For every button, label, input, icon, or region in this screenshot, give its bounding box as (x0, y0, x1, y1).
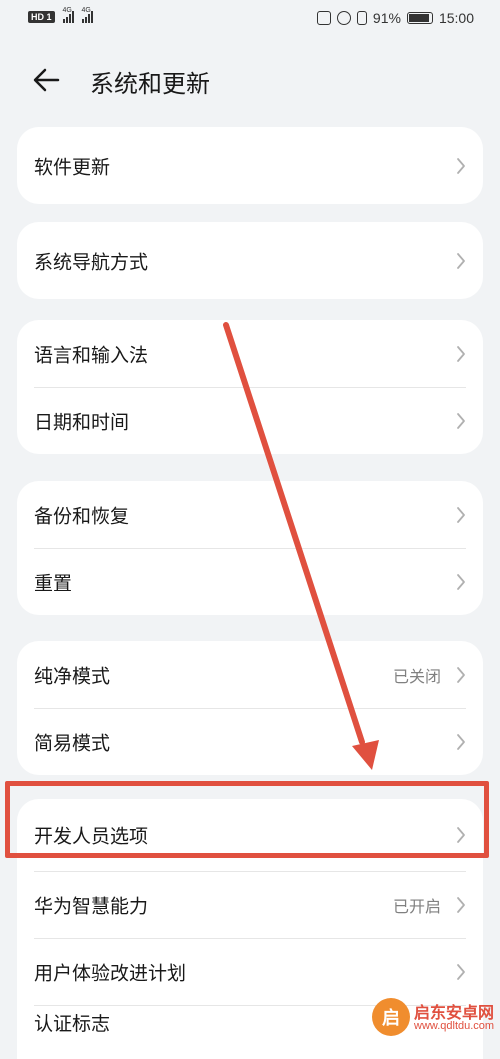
hd-badge: HD 1 (28, 10, 55, 23)
alarm-icon (336, 11, 351, 25)
card-navigation: 系统导航方式 (17, 222, 483, 299)
card-backup-reset: 备份和恢复 重置 (17, 481, 483, 615)
row-label: 备份和恢复 (34, 505, 130, 527)
row-label: 纯净模式 (34, 665, 111, 687)
watermark: 启 启东安卓网 www.qdltdu.com (372, 998, 500, 1039)
row-software-update[interactable]: 软件更新 (17, 127, 483, 204)
status-left: HD 1 4G 4G (28, 7, 93, 23)
signal-icon: 4G (62, 7, 74, 23)
chevron-right-icon (457, 896, 465, 913)
row-language-input[interactable]: 语言和输入法 (17, 320, 483, 387)
row-label: 日期和时间 (34, 411, 130, 433)
highlight-box (5, 781, 489, 858)
chevron-right-icon (457, 666, 465, 683)
card-software-update: 软件更新 (17, 127, 483, 204)
row-pure-mode[interactable]: 纯净模式 已关闭 (17, 641, 483, 708)
chevron-right-icon (457, 157, 465, 174)
row-reset[interactable]: 重置 (17, 548, 483, 615)
status-bar: HD 1 4G 4G 91% 15:00 (0, 0, 500, 38)
chevron-right-icon (457, 573, 465, 590)
row-date-time[interactable]: 日期和时间 (17, 387, 483, 454)
battery-percent: 91% (372, 10, 401, 26)
back-arrow-icon (33, 68, 60, 92)
row-label: 用户体验改进计划 (34, 962, 187, 984)
row-label: 语言和输入法 (34, 344, 149, 366)
page-title: 系统和更新 (90, 70, 210, 98)
card-language-datetime: 语言和输入法 日期和时间 (17, 320, 483, 454)
nfc-icon (316, 11, 331, 25)
status-right: 91% 15:00 (316, 10, 474, 26)
row-label: 简易模式 (34, 732, 111, 754)
watermark-logo-icon: 启 (372, 998, 410, 1036)
chevron-right-icon (457, 345, 465, 362)
row-label: 认证标志 (34, 1013, 111, 1035)
row-label: 软件更新 (34, 156, 111, 178)
chevron-right-icon (457, 733, 465, 750)
row-label: 系统导航方式 (34, 251, 149, 273)
row-label: 重置 (34, 572, 73, 594)
row-label: 华为智慧能力 (34, 895, 149, 917)
battery-icon (406, 12, 433, 24)
watermark-url: www.qdltdu.com (414, 1020, 495, 1032)
row-status-value: 已开启 (392, 896, 441, 916)
chevron-right-icon (457, 963, 465, 980)
row-user-experience[interactable]: 用户体验改进计划 (17, 938, 483, 1005)
row-backup-restore[interactable]: 备份和恢复 (17, 481, 483, 548)
chevron-right-icon (457, 252, 465, 269)
clock: 15:00 (438, 10, 474, 26)
row-huawei-intelligence[interactable]: 华为智慧能力 已开启 (17, 871, 483, 938)
row-status-value: 已关闭 (392, 666, 441, 686)
vibrate-icon (356, 11, 367, 25)
back-button[interactable] (28, 62, 68, 98)
signal-icon-2: 4G (81, 7, 93, 23)
card-modes: 纯净模式 已关闭 简易模式 (17, 641, 483, 775)
row-system-navigation[interactable]: 系统导航方式 (17, 222, 483, 299)
page-header: 系统和更新 (0, 52, 500, 108)
row-simple-mode[interactable]: 简易模式 (17, 708, 483, 775)
chevron-right-icon (457, 506, 465, 523)
chevron-right-icon (457, 412, 465, 429)
